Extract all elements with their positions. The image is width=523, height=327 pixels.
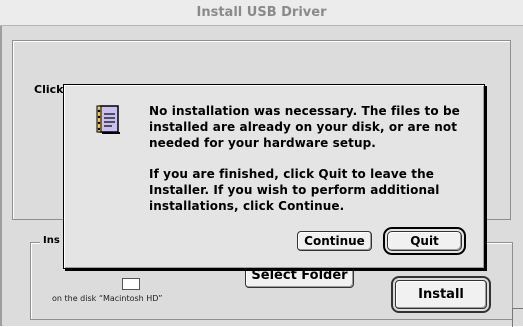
quit-button[interactable]: Quit: [383, 227, 466, 255]
install-location-group-label: Ins: [40, 235, 63, 246]
alert-message-secondary-line: Installer. If you wish to perform additi…: [149, 183, 440, 197]
window-title: Install USB Driver: [196, 5, 327, 20]
install-button[interactable]: Install: [391, 276, 491, 313]
note-icon: [96, 105, 120, 134]
alert-message-primary-line: No installation was necessary. The files…: [149, 104, 460, 118]
alert-message-primary-line: installed are already on your disk, or a…: [149, 120, 458, 134]
alert-message-secondary: If you are finished, click Quit to leave…: [149, 166, 489, 214]
click-instruction-text: Click: [34, 83, 64, 96]
alert-message-secondary-line: If you are finished, click Quit to leave…: [149, 167, 434, 181]
disk-icon: [122, 278, 140, 290]
destination-disk-text: on the disk “Macintosh HD”: [52, 294, 163, 303]
grow-box[interactable]: [512, 308, 523, 327]
alert-message-primary: No installation was necessary. The files…: [149, 103, 489, 151]
alert-message-secondary-line: installations, click Continue.: [149, 199, 345, 213]
continue-button[interactable]: Continue: [297, 231, 372, 251]
title-bar[interactable]: Install USB Driver: [0, 0, 523, 26]
alert-message-primary-line: needed for your hardware setup.: [149, 136, 376, 150]
window-edge: [0, 26, 2, 326]
